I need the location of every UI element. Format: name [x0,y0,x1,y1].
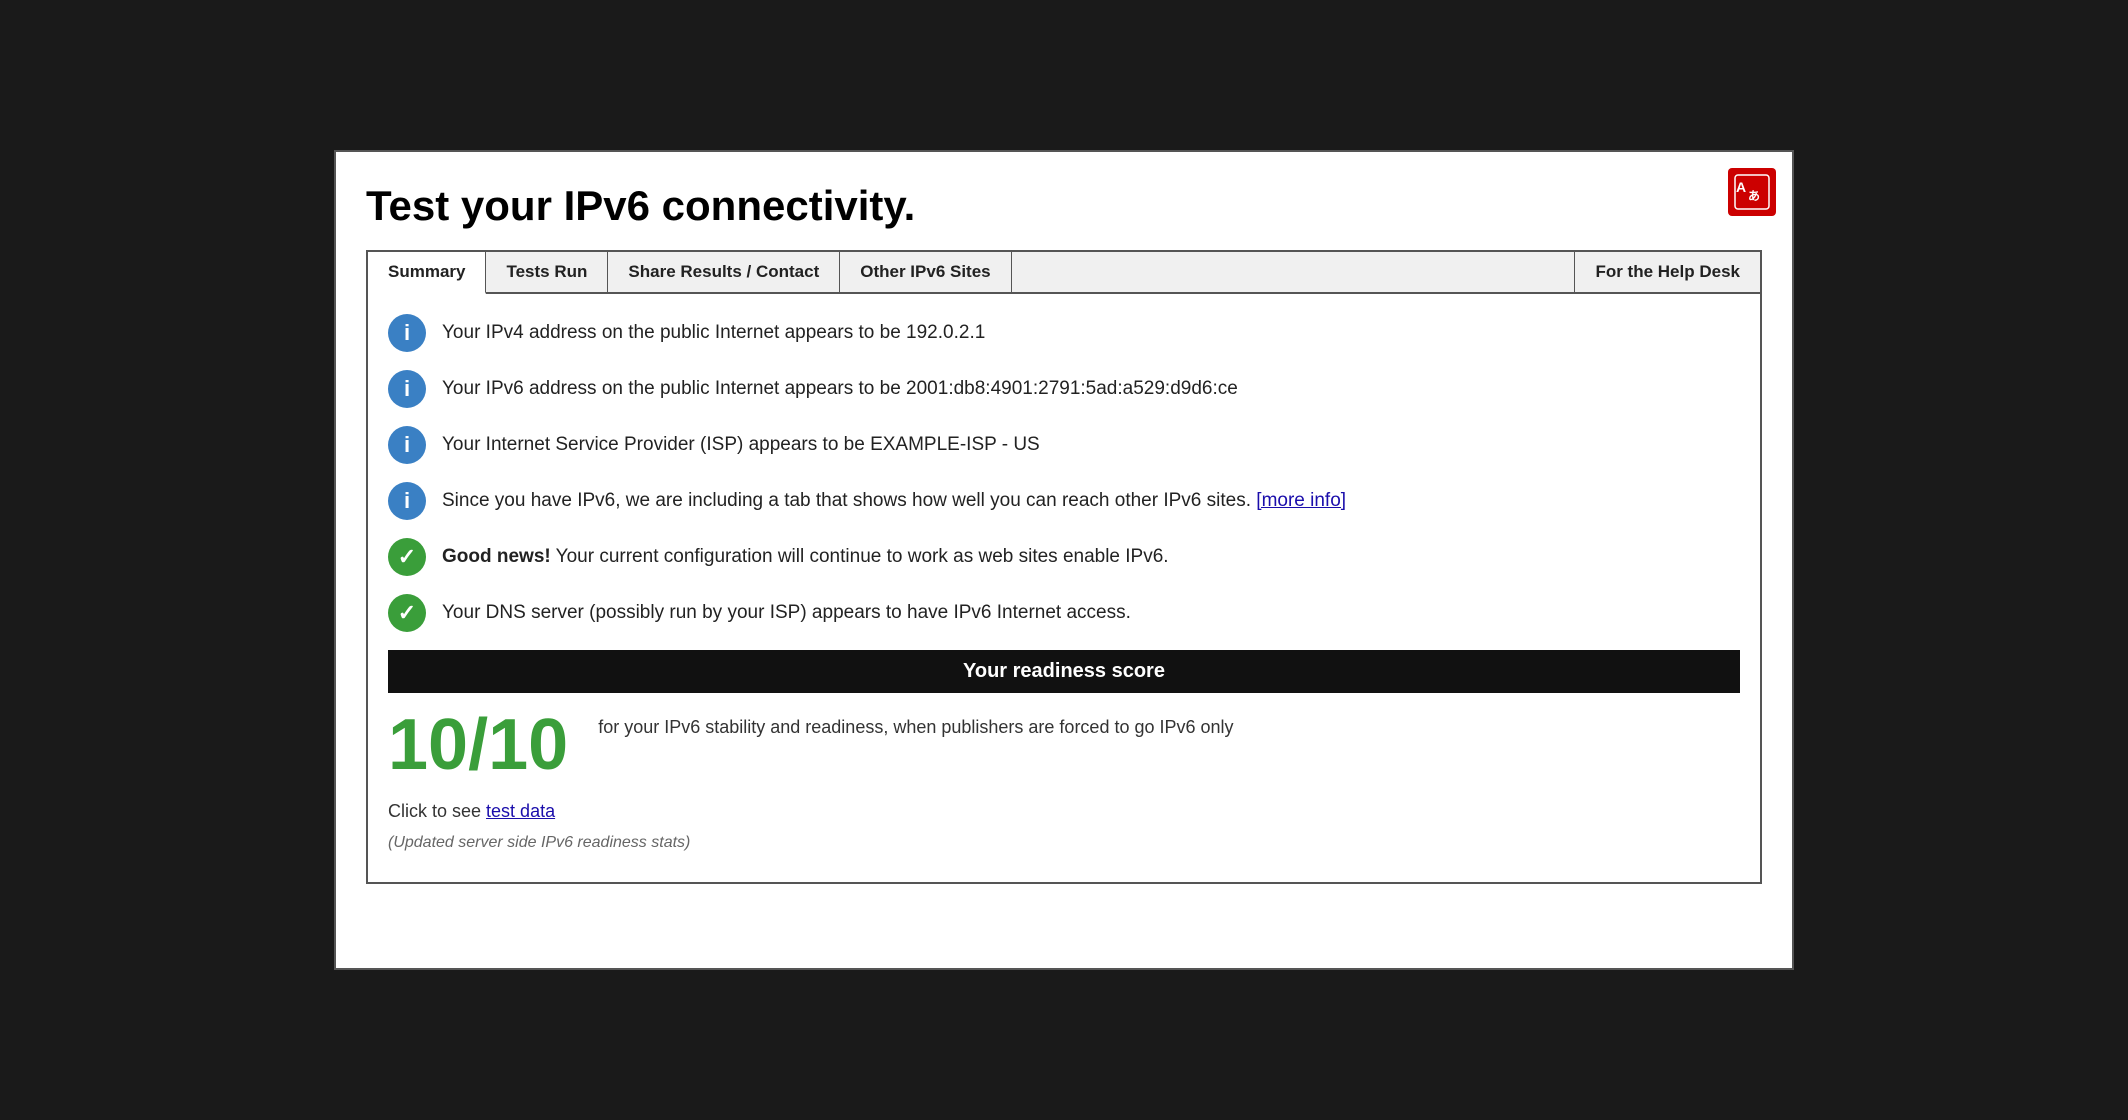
info-text-tab: Since you have IPv6, we are including a … [442,489,1346,514]
score-bar-label: Your readiness score [963,660,1165,682]
page-container: A あ Test your IPv6 connectivity. Summary… [334,150,1794,970]
check-icon-1: ✓ [388,538,426,576]
info-row-good-news: ✓ Good news! Your current configuration … [388,538,1740,576]
info-text-good-news: Good news! Your current configuration wi… [442,545,1169,570]
tab-tests-run[interactable]: Tests Run [486,252,608,292]
more-info-link[interactable]: [more info] [1256,490,1346,511]
check-icon-2: ✓ [388,594,426,632]
score-bar: Your readiness score [388,650,1740,693]
info-text-ipv6: Your IPv6 address on the public Internet… [442,377,1238,402]
info-text-ipv4: Your IPv4 address on the public Internet… [442,321,985,346]
info-row-ipv6: i Your IPv6 address on the public Intern… [388,370,1740,408]
tab-share-results[interactable]: Share Results / Contact [608,252,840,292]
tab-bar: Summary Tests Run Share Results / Contac… [366,250,1762,294]
info-row-isp: i Your Internet Service Provider (ISP) a… [388,426,1740,464]
translate-icon[interactable]: A あ [1728,168,1776,216]
info-icon-1: i [388,314,426,352]
info-icon-2: i [388,370,426,408]
content-area: i Your IPv4 address on the public Intern… [366,294,1762,884]
info-text-dns: Your DNS server (possibly run by your IS… [442,601,1131,626]
info-row-ipv4: i Your IPv4 address on the public Intern… [388,314,1740,352]
info-row-dns: ✓ Your DNS server (possibly run by your … [388,594,1740,632]
score-description: for your IPv6 stability and readiness, w… [598,717,1233,738]
test-data-prefix: Click to see [388,801,486,821]
info-text-isp: Your Internet Service Provider (ISP) app… [442,433,1040,458]
score-number: 10/10 [388,709,568,781]
test-data-link[interactable]: test data [486,801,555,821]
page-title: Test your IPv6 connectivity. [366,182,1762,230]
info-icon-3: i [388,426,426,464]
tab-summary[interactable]: Summary [368,252,486,294]
tab-help-desk[interactable]: For the Help Desk [1575,252,1760,292]
test-data-row: Click to see test data [388,801,1740,822]
tab-other-ipv6[interactable]: Other IPv6 Sites [840,252,1011,292]
svg-text:A: A [1736,179,1746,195]
svg-text:あ: あ [1748,189,1760,203]
updated-text: (Updated server side IPv6 readiness stat… [388,834,1740,852]
info-icon-4: i [388,482,426,520]
tab-spacer [1012,252,1576,292]
score-section: 10/10 for your IPv6 stability and readin… [388,705,1740,781]
info-row-tab: i Since you have IPv6, we are including … [388,482,1740,520]
